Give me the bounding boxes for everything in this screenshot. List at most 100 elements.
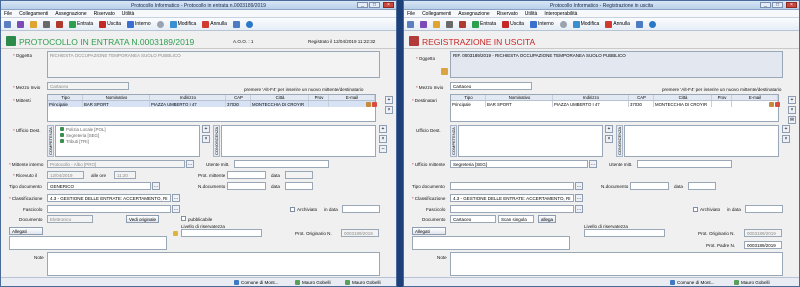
uscita-button[interactable]: Uscita [502, 20, 524, 28]
add-conoscenza-button[interactable]: + [379, 125, 387, 133]
person-icon[interactable] [366, 102, 371, 107]
toolbar-disc-icon[interactable] [156, 20, 164, 28]
mittente-interno-field[interactable]: Protocollo - Albo [PRO] [47, 160, 185, 168]
fascicolo-field[interactable] [47, 205, 171, 213]
ufficio-mittente-search-button[interactable]: … [589, 160, 597, 168]
minimize-button[interactable]: _ [357, 2, 368, 8]
entrata-button[interactable]: Entrata [69, 20, 93, 28]
menu-interoperabilita[interactable]: Interoperabilità [544, 11, 577, 17]
prot-originario-field[interactable]: 0003189/2019 [341, 229, 379, 237]
clear-conoscenza-button[interactable]: – [379, 145, 387, 153]
archiviato-checkbox[interactable] [290, 207, 295, 212]
documento-select[interactable]: Elettronico [47, 215, 93, 223]
mittente-search-button[interactable]: … [186, 160, 194, 168]
entrata-button[interactable]: Entrata [472, 20, 496, 28]
data-doc-field[interactable] [285, 182, 313, 190]
table-row[interactable]: Principale BAR SPORT PIAZZA UMBERTO I 47… [48, 101, 375, 107]
in-data-field[interactable] [745, 205, 783, 213]
n-documento-field[interactable] [630, 182, 669, 190]
col-tipo[interactable]: Tipo [48, 95, 83, 100]
livello-riservatezza-field[interactable] [584, 229, 665, 237]
close-button[interactable]: × [383, 2, 394, 8]
toolbar-print-icon[interactable] [446, 20, 453, 28]
in-data-field[interactable] [342, 205, 380, 213]
remove-conoscenza-button[interactable]: × [782, 135, 790, 143]
menu-assegnazione[interactable]: Assegnazione [458, 11, 489, 17]
interno-button[interactable]: Interno [127, 20, 151, 28]
utente-mitt-field[interactable] [234, 160, 329, 168]
menu-collegamenti[interactable]: Collegamenti [19, 11, 48, 17]
menu-file[interactable]: File [4, 11, 12, 17]
add-mittente-button[interactable]: + [385, 96, 393, 104]
toolbar-save-icon[interactable] [420, 20, 427, 28]
data-doc-field[interactable] [688, 182, 716, 190]
col-citta[interactable]: Città [251, 95, 309, 100]
menu-utilita[interactable]: Utilità [122, 11, 135, 17]
col-prov[interactable]: Prov [309, 95, 329, 100]
attach-icon[interactable] [441, 68, 448, 75]
remove-conoscenza-button[interactable]: × [379, 135, 387, 143]
note-field[interactable] [47, 252, 380, 276]
fascicolo-search-button[interactable]: … [575, 205, 583, 213]
toolbar-save-icon[interactable] [17, 20, 24, 28]
remove-person-icon[interactable] [775, 102, 780, 107]
allegati-button[interactable]: Allegati [9, 227, 43, 235]
vedi-originale-button[interactable]: Vedi originale [126, 215, 160, 223]
col-indirizzo[interactable]: Indirizzo [150, 95, 226, 100]
tree-item[interactable]: Tributi [TRI] [56, 138, 199, 144]
col-email[interactable]: E-mail [329, 95, 375, 100]
mail-destinatario-button[interactable]: ✉ [788, 116, 796, 124]
utente-mitt-field[interactable] [637, 160, 732, 168]
classificazione-search-button[interactable]: … [575, 194, 583, 202]
prot-originario-field[interactable]: 0003189/2019 [744, 229, 782, 237]
mezzo-select[interactable]: Cartaceo [450, 82, 532, 90]
toolbar-folder-icon[interactable] [433, 20, 440, 28]
col-nominativo[interactable]: Nominativo [83, 95, 150, 100]
classificazione-field[interactable]: 4.3 - GESTIONE DELLE ENTRATE: ACCERTAMEN… [47, 194, 171, 202]
menu-collegamenti[interactable]: Collegamenti [422, 11, 451, 17]
archiviato-checkbox[interactable] [693, 207, 698, 212]
lock-icon[interactable] [173, 231, 178, 236]
add-conoscenza-button[interactable]: + [782, 125, 790, 133]
livello-riservatezza-field[interactable] [181, 229, 262, 237]
note-field[interactable] [450, 252, 783, 276]
pubblicabile-checkbox[interactable] [181, 216, 186, 221]
col-prov[interactable]: Prov [712, 95, 732, 100]
competenza-tab[interactable]: COMPETENZA [47, 125, 54, 157]
menu-file[interactable]: File [407, 11, 415, 17]
conoscenza-tab[interactable]: CONOSCENZA [616, 125, 623, 157]
col-nominativo[interactable]: Nominativo [486, 95, 553, 100]
title-bar[interactable]: Protocollo Informatico - Registrazione i… [404, 1, 799, 10]
menu-riservato[interactable]: Riservato [94, 11, 115, 17]
maximize-button[interactable]: □ [369, 2, 380, 8]
tipo-documento-search-button[interactable]: … [575, 182, 583, 190]
minimize-button[interactable]: _ [760, 2, 771, 8]
menu-utilita[interactable]: Utilità [525, 11, 538, 17]
annulla-button[interactable]: Annulla [202, 20, 227, 28]
remove-competenza-button[interactable]: × [202, 135, 210, 143]
classificazione-search-button[interactable]: … [172, 194, 180, 202]
toolbar-new-icon[interactable] [407, 20, 414, 28]
alle-ore-field[interactable]: 11:20 [114, 171, 136, 179]
uscita-button[interactable]: Uscita [99, 20, 121, 28]
title-bar[interactable]: Protocollo Informatico - Protocollo in e… [1, 1, 396, 10]
tipo-documento-search-button[interactable]: … [152, 182, 160, 190]
modifica-button[interactable]: Modifica [169, 20, 196, 28]
close-button[interactable]: × [786, 2, 797, 8]
prot-padre-field[interactable]: 0003189/2019 [744, 241, 782, 249]
ricevuto-date-field[interactable]: 12/04/2019 [47, 171, 84, 179]
toolbar-tools-icon[interactable] [635, 20, 643, 28]
classificazione-field[interactable]: 4.3 - GESTIONE DELLE ENTRATE: ACCERTAMEN… [450, 194, 574, 202]
remove-destinatario-button[interactable]: × [788, 106, 796, 114]
fascicolo-field[interactable] [450, 205, 574, 213]
remove-person-icon[interactable] [372, 102, 377, 107]
add-competenza-button[interactable]: + [202, 125, 210, 133]
data-field[interactable] [285, 171, 313, 179]
menu-riservato[interactable]: Riservato [497, 11, 518, 17]
col-citta[interactable]: Città [654, 95, 712, 100]
toolbar-print-icon[interactable] [43, 20, 50, 28]
interno-button[interactable]: Interno [530, 20, 554, 28]
maximize-button[interactable]: □ [772, 2, 783, 8]
toolbar-globe-icon[interactable] [648, 20, 656, 28]
fascicolo-search-button[interactable]: … [172, 205, 180, 213]
